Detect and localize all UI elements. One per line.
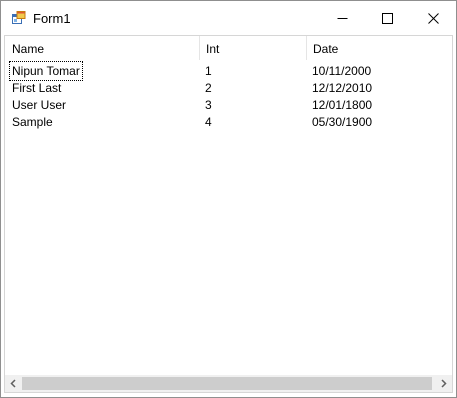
column-header-int[interactable]: Int — [199, 36, 306, 60]
cell-name: Nipun Tomar — [9, 61, 83, 81]
title-bar[interactable]: Form1 — [1, 1, 456, 35]
scroll-thumb[interactable] — [22, 377, 432, 390]
chevron-right-icon — [441, 379, 447, 388]
scroll-right-button[interactable] — [435, 375, 452, 392]
cell-name: User User — [12, 98, 67, 112]
cell-date: 05/30/1900 — [312, 115, 373, 129]
cell-name: Sample — [12, 115, 53, 129]
close-icon — [428, 12, 439, 24]
maximize-button[interactable] — [365, 1, 410, 35]
form1-window: Form1 Name Int Date Nipun Tomar 1 10/11/… — [0, 0, 457, 398]
list-item[interactable]: User User 3 12/01/1800 — [5, 96, 452, 114]
cell-date: 12/12/2010 — [312, 81, 373, 95]
scroll-left-button[interactable] — [5, 375, 22, 392]
cell-int: 4 — [205, 115, 212, 129]
minimize-icon — [337, 17, 348, 19]
list-view[interactable]: Name Int Date Nipun Tomar 1 10/11/2000 F… — [4, 35, 453, 393]
list-item[interactable]: Nipun Tomar 1 10/11/2000 — [5, 61, 452, 81]
cell-int: 3 — [205, 98, 212, 112]
cell-date: 12/01/1800 — [312, 98, 373, 112]
horizontal-scrollbar[interactable] — [5, 375, 452, 392]
window-title: Form1 — [33, 11, 71, 26]
list-item[interactable]: Sample 4 05/30/1900 — [5, 113, 452, 131]
chevron-left-icon — [10, 379, 16, 388]
maximize-icon — [382, 12, 393, 24]
column-header-row: Name Int Date — [5, 36, 452, 60]
cell-int: 2 — [205, 81, 212, 95]
app-icon — [12, 11, 26, 24]
cell-name: First Last — [12, 81, 62, 95]
close-button[interactable] — [411, 1, 456, 35]
cell-date: 10/11/2000 — [312, 64, 372, 78]
list-item[interactable]: First Last 2 12/12/2010 — [5, 79, 452, 97]
minimize-button[interactable] — [320, 1, 365, 35]
column-header-name[interactable]: Name — [5, 36, 199, 60]
column-header-date[interactable]: Date — [306, 36, 452, 60]
cell-int: 1 — [205, 64, 212, 78]
